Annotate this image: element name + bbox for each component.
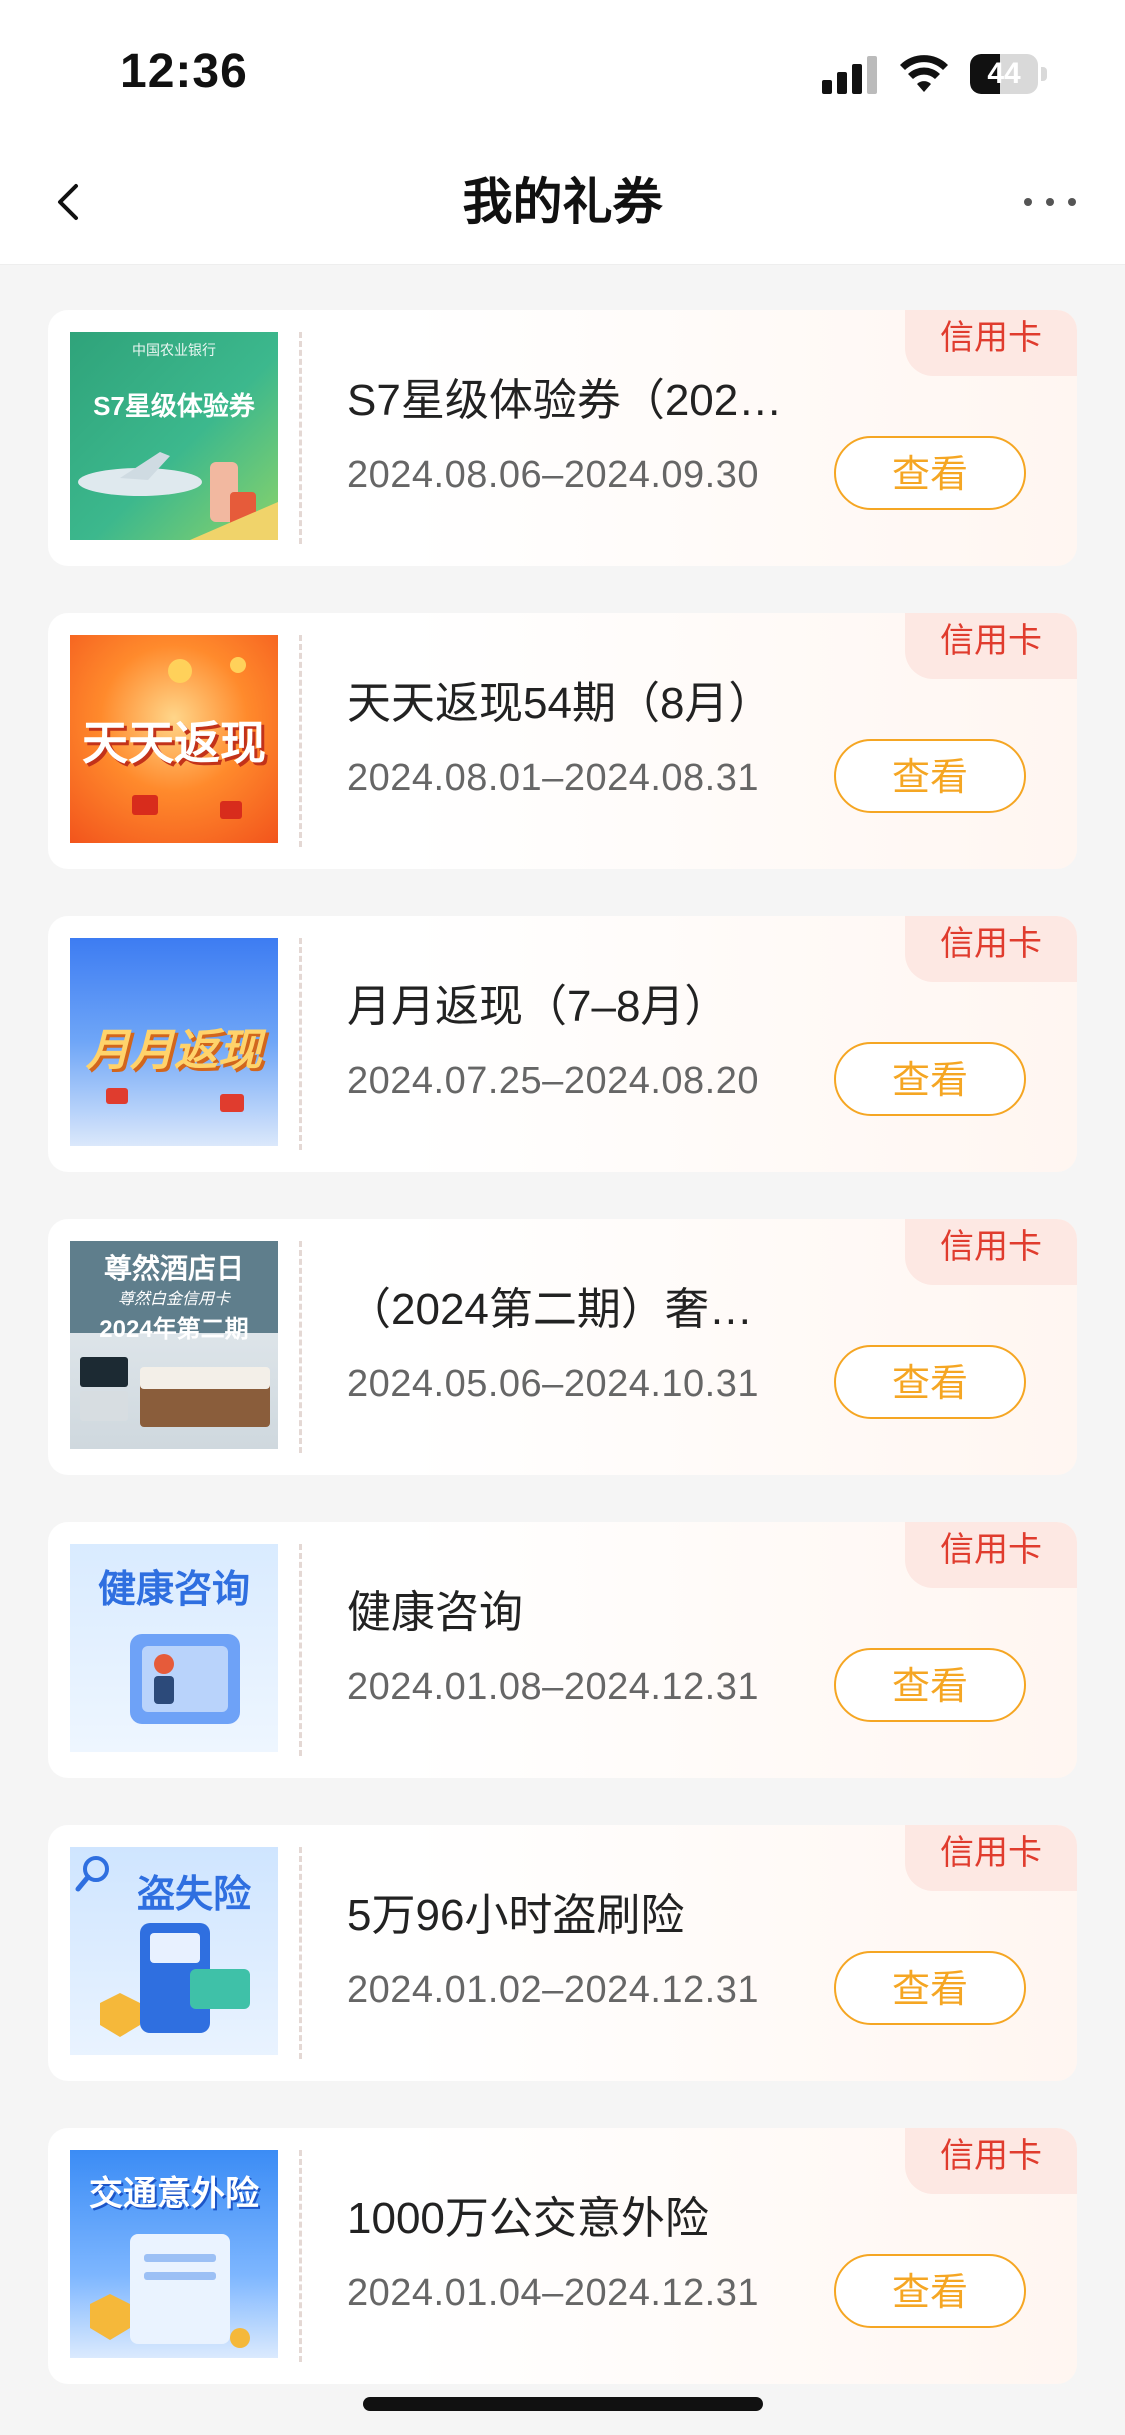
chevron-left-icon — [58, 184, 78, 220]
view-button[interactable]: 查看 — [834, 2254, 1026, 2328]
coupon-card[interactable]: 月月返现 月月返现（7–8月） 2024.07.25–2024.08.20 查看… — [48, 916, 1077, 1172]
view-button[interactable]: 查看 — [834, 1951, 1026, 2025]
coupon-thumbnail: 中国农业银行 S7星级体验券 — [70, 332, 278, 540]
home-indicator — [363, 2397, 763, 2411]
red-envelope-icon — [106, 1088, 244, 1112]
view-button[interactable]: 查看 — [834, 739, 1026, 813]
credit-card-tag: 信用卡 — [905, 916, 1077, 982]
coupon-card[interactable]: 尊然酒店日 尊然白金信用卡 2024年第二期 （2024第二期）奢… 2024.… — [48, 1219, 1077, 1475]
view-button[interactable]: 查看 — [834, 436, 1026, 510]
more-dots-icon — [1024, 198, 1076, 206]
battery-icon: 44 — [970, 54, 1048, 96]
view-button[interactable]: 查看 — [834, 1042, 1026, 1116]
coupon-name: 月月返现（7–8月） — [347, 982, 729, 1031]
status-bar: 12:36 44 — [0, 0, 1125, 140]
app-screen: 12:36 44 我的礼券 中国农业银行 S7星级体验券 S7星级体验券（202… — [0, 0, 1125, 2435]
airplane-icon — [78, 452, 278, 540]
credit-card-tag: 信用卡 — [905, 1825, 1077, 1891]
coupon-name: （2024第二期）奢… — [347, 1285, 753, 1334]
coupon-validity: 2024.01.04–2024.12.31 — [347, 2272, 760, 2314]
coupon-validity: 2024.07.25–2024.08.20 — [347, 1060, 760, 1102]
coupon-name: 5万96小时盗刷险 — [347, 1891, 685, 1940]
coupon-thumbnail: 盗失险 — [70, 1847, 278, 2055]
coupon-thumbnail: 月月返现 — [70, 938, 278, 1146]
coin-icon — [132, 657, 246, 819]
coupon-validity: 2024.08.01–2024.08.31 — [347, 757, 760, 799]
coupon-thumbnail: 交通意外险 — [70, 2150, 278, 2358]
coupon-thumbnail: 尊然酒店日 尊然白金信用卡 2024年第二期 — [70, 1241, 278, 1449]
coupon-name: 天天返现54期（8月） — [347, 679, 773, 728]
more-button[interactable] — [1010, 170, 1090, 234]
coupon-name: 健康咨询 — [347, 1588, 523, 1637]
coupon-validity: 2024.01.02–2024.12.31 — [347, 1969, 760, 2011]
coupon-validity: 2024.05.06–2024.10.31 — [347, 1363, 760, 1405]
coupon-card[interactable]: 交通意外险 1000万公交意外险 2024.01.04–2024.12.31 查… — [48, 2128, 1077, 2384]
coupon-card[interactable]: 中国农业银行 S7星级体验券 S7星级体验券（202… 2024.08.06–2… — [48, 310, 1077, 566]
status-time: 12:36 — [120, 45, 248, 98]
credit-card-tag: 信用卡 — [905, 1522, 1077, 1588]
coupon-card[interactable]: 盗失险 5万96小时盗刷险 2024.01.02–2024.12.31 查看 信… — [48, 1825, 1077, 2081]
credit-card-tag: 信用卡 — [905, 613, 1077, 679]
coupon-validity: 2024.08.06–2024.09.30 — [347, 454, 760, 496]
coupon-card[interactable]: 健康咨询 健康咨询 2024.01.08–2024.12.31 查看 信用卡 — [48, 1522, 1077, 1778]
hotel-room-icon — [80, 1357, 270, 1427]
credit-card-tag: 信用卡 — [905, 310, 1077, 376]
nav-bar: 我的礼券 — [0, 140, 1125, 265]
view-button[interactable]: 查看 — [834, 1648, 1026, 1722]
coupon-thumbnail: 天天返现 — [70, 635, 278, 843]
coupon-name: 1000万公交意外险 — [347, 2194, 709, 2243]
insurance-document-icon — [90, 2234, 250, 2348]
battery-level: 44 — [987, 57, 1021, 90]
coupon-validity: 2024.01.08–2024.12.31 — [347, 1666, 760, 1708]
card-reader-icon — [100, 1923, 250, 2037]
coupon-name: S7星级体验券（202… — [347, 376, 783, 425]
coupon-card[interactable]: 天天返现 天天返现54期（8月） 2024.08.01–2024.08.31 查… — [48, 613, 1077, 869]
credit-card-tag: 信用卡 — [905, 2128, 1077, 2194]
coupon-thumbnail: 健康咨询 — [70, 1544, 278, 1752]
back-button[interactable] — [30, 162, 110, 242]
wifi-icon — [900, 55, 948, 92]
phone-consult-icon — [130, 1634, 240, 1724]
signal-icon — [822, 56, 878, 94]
view-button[interactable]: 查看 — [834, 1345, 1026, 1419]
page-title: 我的礼券 — [462, 174, 663, 230]
credit-card-tag: 信用卡 — [905, 1219, 1077, 1285]
